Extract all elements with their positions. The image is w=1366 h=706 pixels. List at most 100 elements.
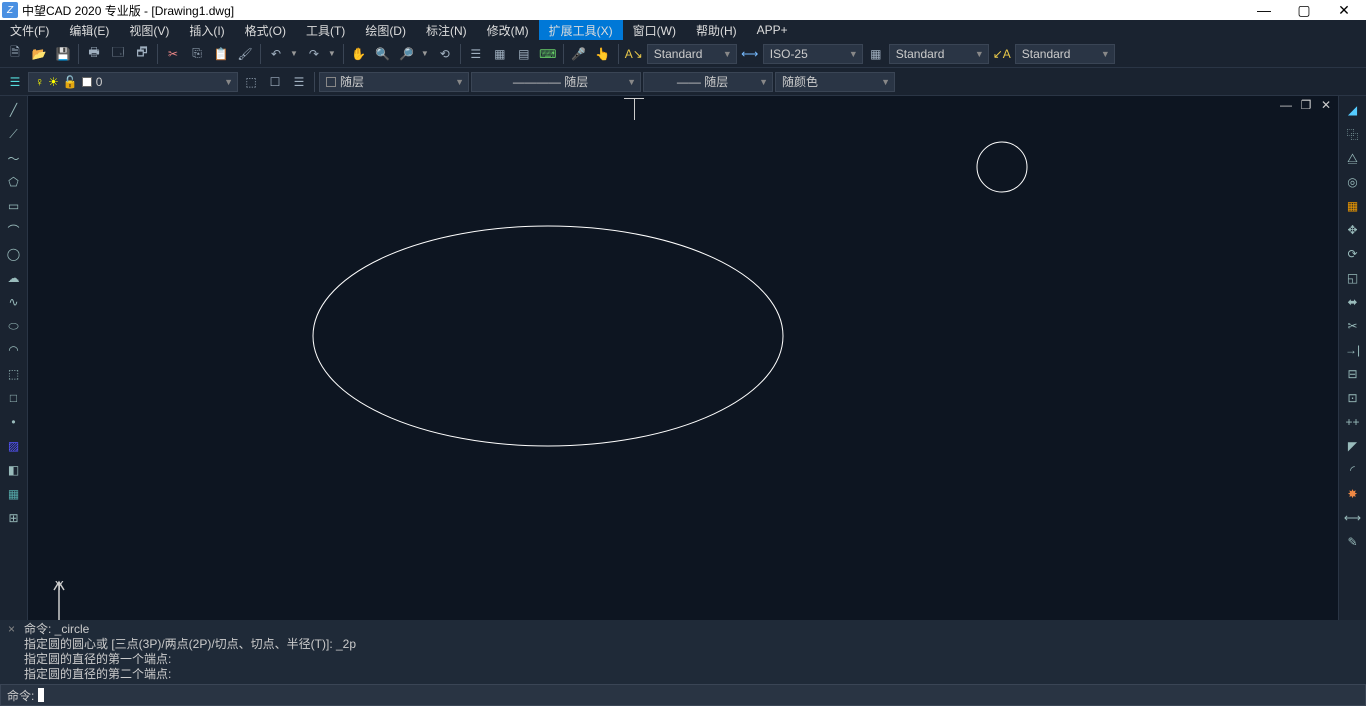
- minimize-button[interactable]: —: [1244, 2, 1284, 19]
- maximize-button[interactable]: ▢: [1284, 2, 1324, 19]
- doc-minimize-button[interactable]: —: [1278, 98, 1294, 112]
- properties-icon[interactable]: ☰: [465, 43, 487, 65]
- menu-app-plus[interactable]: APP+: [747, 20, 798, 40]
- trim-icon[interactable]: ✂: [1342, 316, 1364, 336]
- polyline-icon[interactable]: 〜: [3, 148, 25, 168]
- revision-cloud-icon[interactable]: ☁: [3, 268, 25, 288]
- erase-icon[interactable]: ◢: [1342, 100, 1364, 120]
- insert-block-icon[interactable]: ⬚: [3, 364, 25, 384]
- redo-dropdown[interactable]: ▼: [328, 49, 336, 58]
- publish-icon[interactable]: 🗗: [131, 43, 153, 65]
- layer-manager-icon[interactable]: ☰: [4, 71, 26, 93]
- extend-icon[interactable]: →|: [1342, 340, 1364, 360]
- xline-icon[interactable]: ⟋: [3, 124, 25, 144]
- zoom-window-icon[interactable]: 🔎: [396, 43, 418, 65]
- point-icon[interactable]: •: [3, 412, 25, 432]
- menu-draw[interactable]: 绘图(D): [355, 20, 416, 40]
- stretch-icon[interactable]: ⬌: [1342, 292, 1364, 312]
- menu-modify[interactable]: 修改(M): [477, 20, 539, 40]
- color-combo[interactable]: 随层▼: [319, 72, 469, 92]
- text-style-combo[interactable]: Standard▼: [647, 44, 737, 64]
- array-icon[interactable]: ▦: [1342, 196, 1364, 216]
- zoom-previous-icon[interactable]: ⟲: [434, 43, 456, 65]
- scale-icon[interactable]: ◱: [1342, 268, 1364, 288]
- close-button[interactable]: ✕: [1324, 2, 1364, 19]
- break-icon[interactable]: ⊡: [1342, 388, 1364, 408]
- lengthen-icon[interactable]: ⟷: [1342, 508, 1364, 528]
- cut-icon[interactable]: ✂: [162, 43, 184, 65]
- doc-restore-button[interactable]: ❐: [1298, 98, 1314, 112]
- layer-combo[interactable]: ♀ ☀ 🔓 0▼: [28, 72, 238, 92]
- print-icon[interactable]: 🖶: [83, 43, 105, 65]
- fillet-icon[interactable]: ◜: [1342, 460, 1364, 480]
- table-style-combo[interactable]: Standard▼: [889, 44, 989, 64]
- layer-previous-icon[interactable]: ⬚: [240, 71, 262, 93]
- redo-icon[interactable]: ↷: [303, 43, 325, 65]
- tool-palettes-icon[interactable]: ▤: [513, 43, 535, 65]
- cmdlog-close-icon[interactable]: ×: [8, 622, 15, 636]
- menu-format[interactable]: 格式(O): [235, 20, 296, 40]
- polygon-icon[interactable]: ⬠: [3, 172, 25, 192]
- undo-icon[interactable]: ↶: [265, 43, 287, 65]
- line-icon[interactable]: ╱: [3, 100, 25, 120]
- copy-icon[interactable]: ⎘: [186, 43, 208, 65]
- drawing-area[interactable]: — ❐ ✕ Y X: [28, 96, 1338, 688]
- make-block-icon[interactable]: □: [3, 388, 25, 408]
- command-input[interactable]: 命令:: [0, 684, 1366, 706]
- join-icon[interactable]: ++: [1342, 412, 1364, 432]
- mirror-icon[interactable]: ⧋: [1342, 148, 1364, 168]
- doc-close-button[interactable]: ✕: [1318, 98, 1334, 112]
- layer-states-icon[interactable]: ☰: [288, 71, 310, 93]
- break-point-icon[interactable]: ⊟: [1342, 364, 1364, 384]
- menu-view[interactable]: 视图(V): [119, 20, 179, 40]
- menu-file[interactable]: 文件(F): [0, 20, 59, 40]
- spline-icon[interactable]: ∿: [3, 292, 25, 312]
- rotate-icon[interactable]: ⟳: [1342, 244, 1364, 264]
- text-style-icon[interactable]: A↘: [623, 43, 645, 65]
- open-icon[interactable]: 📂: [28, 43, 50, 65]
- move-icon[interactable]: ✥: [1342, 220, 1364, 240]
- dim-style-icon[interactable]: ⟷: [739, 43, 761, 65]
- gradient-icon[interactable]: ◧: [3, 460, 25, 480]
- rectangle-icon[interactable]: ▭: [3, 196, 25, 216]
- region-icon[interactable]: ▦: [3, 484, 25, 504]
- menu-express-tools[interactable]: 扩展工具(X): [539, 20, 623, 40]
- ellipse-arc-icon[interactable]: ◠: [3, 340, 25, 360]
- zoom-dropdown[interactable]: ▼: [421, 49, 429, 58]
- layer-iso-icon[interactable]: ☐: [264, 71, 286, 93]
- circle-icon[interactable]: ◯: [3, 244, 25, 264]
- menu-help[interactable]: 帮助(H): [686, 20, 747, 40]
- linetype-combo[interactable]: ———— 随层▼: [471, 72, 641, 92]
- menu-dimension[interactable]: 标注(N): [416, 20, 477, 40]
- hatch-icon[interactable]: ▨: [3, 436, 25, 456]
- menu-insert[interactable]: 插入(I): [179, 20, 234, 40]
- design-center-icon[interactable]: ▦: [489, 43, 511, 65]
- copy-obj-icon[interactable]: ⿻: [1342, 124, 1364, 144]
- lineweight-combo[interactable]: —— 随层▼: [643, 72, 773, 92]
- table-icon[interactable]: ⊞: [3, 508, 25, 528]
- command-history[interactable]: × 命令: _circle 指定圆的圆心或 [三点(3P)/两点(2P)/切点、…: [0, 620, 1366, 684]
- plotstyle-combo[interactable]: 随颜色▼: [775, 72, 895, 92]
- pan-icon[interactable]: ✋: [348, 43, 370, 65]
- explode-icon[interactable]: ✸: [1342, 484, 1364, 504]
- match-properties-icon[interactable]: 🖌: [234, 43, 256, 65]
- dim-style-combo[interactable]: ISO-25▼: [763, 44, 863, 64]
- undo-dropdown[interactable]: ▼: [290, 49, 298, 58]
- paste-icon[interactable]: 📋: [210, 43, 232, 65]
- new-icon[interactable]: 🗎: [4, 43, 26, 65]
- zoom-realtime-icon[interactable]: 🔍: [372, 43, 394, 65]
- table-style-icon[interactable]: ▦: [865, 43, 887, 65]
- save-icon[interactable]: 💾: [52, 43, 74, 65]
- arc-icon[interactable]: ⌒: [3, 220, 25, 240]
- edit-pline-icon[interactable]: ✎: [1342, 532, 1364, 552]
- menu-tools[interactable]: 工具(T): [296, 20, 355, 40]
- menu-window[interactable]: 窗口(W): [623, 20, 686, 40]
- print-preview-icon[interactable]: 🗔: [107, 43, 129, 65]
- smart-mouse-icon[interactable]: 👆: [592, 43, 614, 65]
- mleader-style-icon[interactable]: ↙A: [991, 43, 1013, 65]
- ellipse-icon[interactable]: ⬭: [3, 316, 25, 336]
- offset-icon[interactable]: ◎: [1342, 172, 1364, 192]
- smart-voice-icon[interactable]: 🎤: [568, 43, 590, 65]
- calculator-icon[interactable]: ⌨: [537, 43, 559, 65]
- mleader-style-combo[interactable]: Standard▼: [1015, 44, 1115, 64]
